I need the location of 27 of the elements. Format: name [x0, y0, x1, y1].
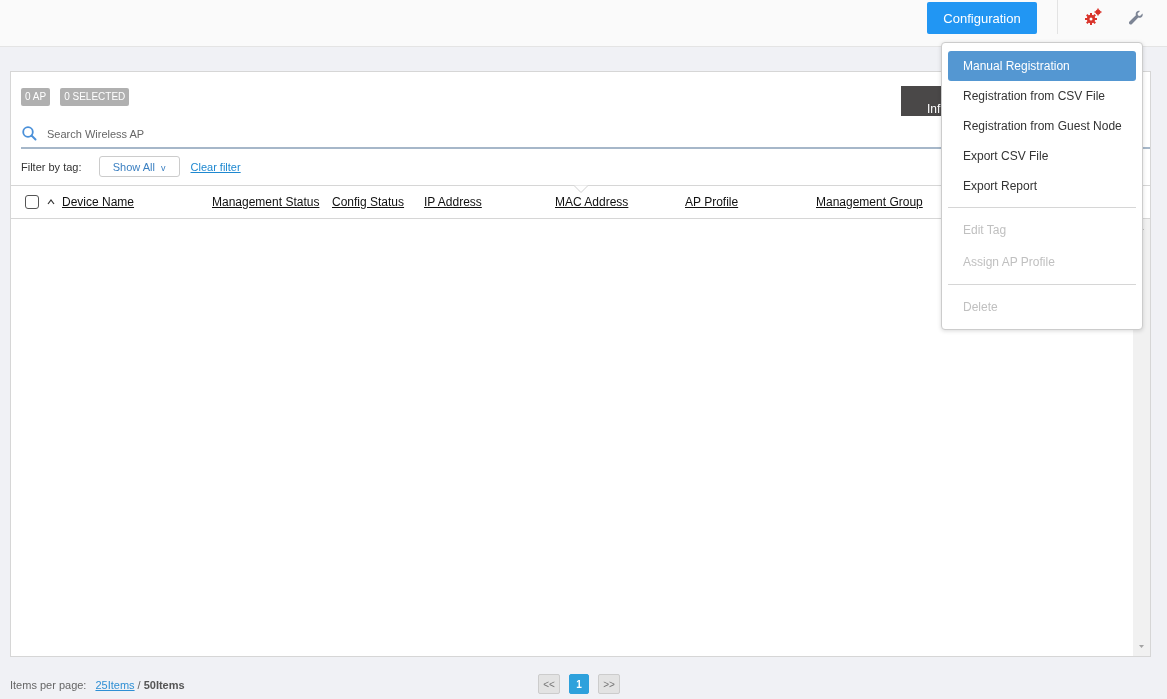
column-header[interactable]: IP Address: [424, 194, 482, 209]
column-header[interactable]: Device Name: [47, 194, 135, 209]
column-header[interactable]: Config Status: [332, 194, 405, 209]
column-header[interactable]: Management Group: [816, 194, 923, 209]
menu-item[interactable]: Export CSV File: [948, 141, 1136, 171]
column-header[interactable]: Management Status: [212, 194, 320, 209]
page-size-option[interactable]: 50Items: [143, 679, 185, 691]
sort-caret-icon: [47, 198, 55, 205]
column-header[interactable]: AP Profile: [685, 194, 739, 209]
separator-slash: /: [137, 679, 141, 691]
tag-dropdown[interactable]: Show All v: [98, 156, 180, 178]
search-icon: [22, 126, 37, 142]
menu-item[interactable]: Registration from CSV File: [948, 81, 1136, 111]
filter-label: Filter by tag:: [21, 160, 82, 173]
next-page-button[interactable]: >>: [598, 674, 620, 694]
count-badge: 0 AP: [21, 88, 51, 106]
menu-item[interactable]: Registration from Guest Node: [948, 111, 1136, 141]
column-header[interactable]: MAC Address: [555, 194, 629, 209]
menu-item[interactable]: Export Report: [948, 171, 1136, 201]
items-per-page-label: Items per page:: [10, 679, 87, 691]
select-all-checkbox[interactable]: [25, 194, 39, 209]
previous-page-button[interactable]: <<: [538, 674, 560, 694]
clear-filter-link[interactable]: Clear filter: [190, 160, 241, 173]
gears-icon[interactable]: [1084, 8, 1102, 26]
search-field[interactable]: Search Wireless AP: [45, 126, 349, 141]
count-badge: 0 SELECTED: [60, 88, 130, 106]
wrench-icon[interactable]: [1128, 10, 1144, 26]
